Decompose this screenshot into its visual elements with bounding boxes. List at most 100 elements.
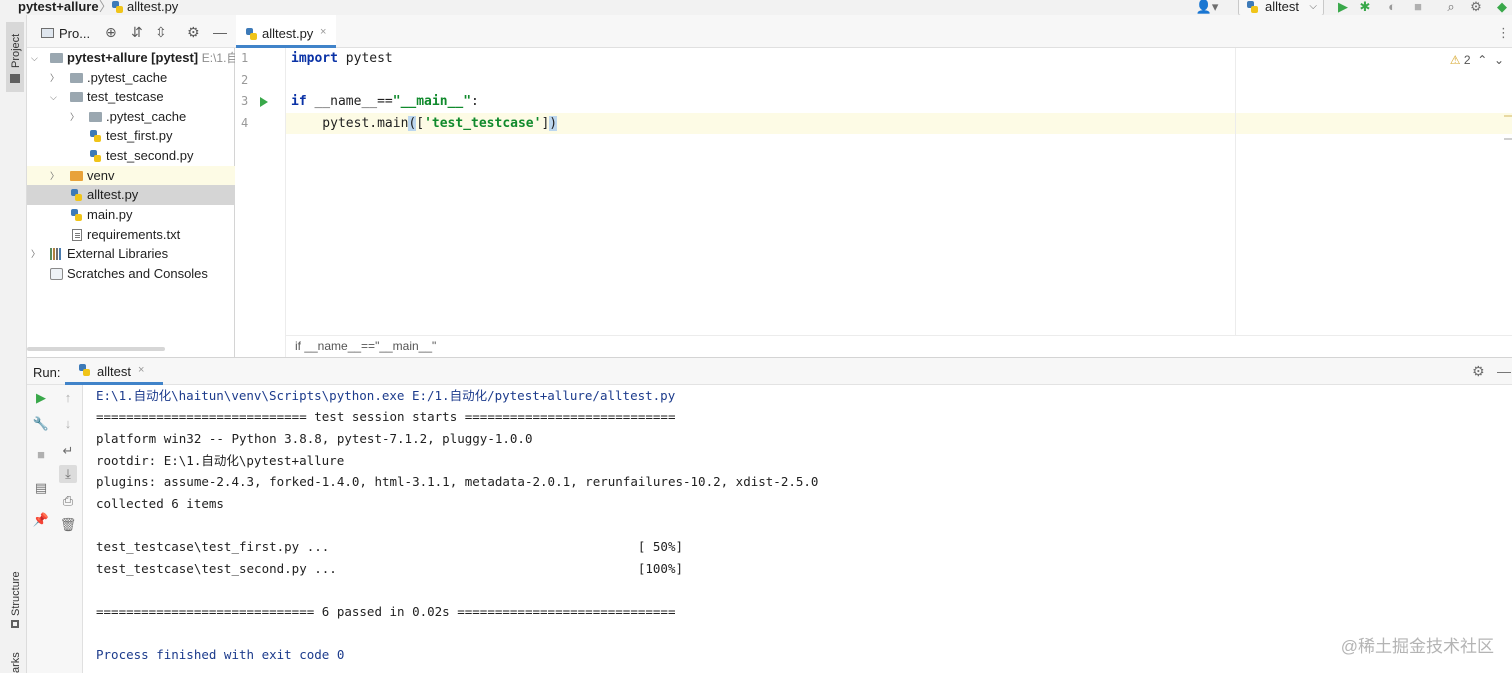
- stop-icon[interactable]: ■: [1411, 0, 1425, 14]
- trash-icon[interactable]: 🗑: [59, 516, 77, 534]
- console-line: test_testcase\test_second.py ... [100%]: [96, 561, 683, 576]
- stop-icon[interactable]: ■: [32, 446, 50, 464]
- run-icon[interactable]: ▶: [1336, 0, 1350, 14]
- python-file-icon: [71, 189, 82, 201]
- tree-item-scratches[interactable]: Scratches and Consoles: [27, 264, 235, 284]
- inspection-widget[interactable]: ⚠ 2 ⌃ ⌄: [1450, 53, 1504, 67]
- console-line: rootdir: E:\1.自动化\pytest+allure: [96, 453, 345, 468]
- close-icon[interactable]: ×: [320, 26, 326, 38]
- tree-item-pytest-cache[interactable]: 〉 .pytest_cache: [27, 68, 235, 88]
- scratches-icon: [50, 268, 63, 280]
- python-file-icon: [1247, 1, 1258, 13]
- code-line-3: if __name__=="__main__":: [291, 91, 479, 112]
- project-tool-button[interactable]: Project: [6, 22, 24, 92]
- text-file-icon: [72, 229, 82, 241]
- folder-icon: [70, 92, 83, 102]
- settings-icon[interactable]: ⚙: [1468, 0, 1484, 14]
- project-view-select[interactable]: Pro...: [59, 26, 90, 41]
- left-tool-stripe: Project Structure arks: [0, 15, 27, 673]
- print-icon[interactable]: ⎙: [59, 492, 77, 510]
- console-line: ============================ test sessio…: [96, 409, 676, 424]
- wrench-icon[interactable]: 🔧: [32, 415, 50, 433]
- debug-icon[interactable]: ✱: [1358, 0, 1372, 14]
- tree-item-venv[interactable]: 〉 venv: [27, 166, 235, 186]
- right-margin-guide: [1235, 48, 1236, 335]
- close-icon[interactable]: ×: [138, 364, 144, 376]
- horizontal-scrollbar[interactable]: [27, 347, 165, 351]
- chevron-right-icon[interactable]: 〉: [31, 244, 40, 264]
- chevron-down-icon[interactable]: ⌵: [50, 87, 57, 107]
- settings-icon[interactable]: ⚙: [1472, 363, 1485, 380]
- editor-gutter: 1 2 3 4: [235, 48, 286, 357]
- structure-tool-label: Structure: [10, 571, 22, 616]
- structure-icon: [11, 620, 19, 628]
- bookmarks-tool-button[interactable]: arks: [6, 645, 24, 673]
- code-text: [: [416, 116, 425, 131]
- breadcrumb-separator: 〉: [99, 0, 113, 14]
- more-vertical-icon[interactable]: ⋮: [1497, 25, 1510, 41]
- tree-item-test-testcase[interactable]: ⌵ test_testcase: [27, 87, 235, 107]
- scroll-to-end-icon[interactable]: ⤓: [59, 465, 77, 483]
- tree-item-label: main.py: [87, 207, 133, 222]
- chevron-down-icon[interactable]: ⌄: [1494, 53, 1504, 67]
- tree-item-label: alltest.py: [87, 187, 139, 202]
- settings-icon[interactable]: ⚙: [187, 25, 200, 39]
- breadcrumb-project[interactable]: pytest+allure: [18, 0, 99, 14]
- project-panel: Pro... ⊕ ⇵ ⇳ ⚙ — ⌵ pytest+allure [pytest…: [27, 15, 238, 357]
- project-view-icon: [41, 28, 54, 38]
- chevron-down-icon[interactable]: ⌵: [31, 48, 38, 68]
- tree-item-main[interactable]: main.py: [27, 205, 235, 225]
- arrow-down-icon[interactable]: ↓: [59, 415, 77, 433]
- tab-run-alltest[interactable]: alltest ×: [65, 358, 163, 385]
- error-stripe-mark[interactable]: [1504, 138, 1512, 140]
- code-text: :: [471, 94, 479, 109]
- structure-tool-button[interactable]: Structure: [6, 560, 24, 640]
- search-icon[interactable]: ⌕: [1443, 0, 1459, 14]
- tree-item-label: test_testcase: [87, 89, 164, 104]
- error-stripe-mark[interactable]: [1504, 115, 1512, 117]
- rerun-icon[interactable]: ▶: [32, 389, 50, 407]
- plugin-icon[interactable]: ◆: [1494, 0, 1510, 14]
- string-literal: 'test_testcase': [424, 116, 542, 131]
- gutter-run-icon[interactable]: [260, 97, 268, 107]
- code-editor[interactable]: import pytest if __name__=="__main__": p…: [286, 48, 1512, 335]
- coverage-icon[interactable]: ◐: [1384, 0, 1400, 14]
- locate-icon[interactable]: ⊕: [105, 25, 117, 39]
- tree-item-test-first[interactable]: test_first.py: [27, 126, 235, 146]
- tree-item-external-libraries[interactable]: 〉 External Libraries: [27, 244, 235, 264]
- chevron-right-icon[interactable]: 〉: [70, 107, 79, 127]
- root-path: E:\1.自: [201, 51, 239, 65]
- user-icon[interactable]: 👤▾: [1194, 0, 1220, 14]
- chevron-up-icon[interactable]: ⌃: [1477, 53, 1487, 67]
- tab-alltest[interactable]: alltest.py ×: [236, 15, 336, 48]
- chevron-right-icon[interactable]: 〉: [50, 166, 59, 186]
- console-line: platform win32 -- Python 3.8.8, pytest-7…: [96, 431, 533, 446]
- tree-item-alltest[interactable]: alltest.py: [27, 185, 235, 205]
- hide-icon[interactable]: —: [213, 25, 227, 39]
- keyword: import: [291, 51, 338, 66]
- breadcrumb-file[interactable]: alltest.py: [127, 0, 178, 14]
- line-number: 3: [241, 94, 249, 108]
- run-panel-title: Run:: [33, 365, 61, 380]
- collapse-all-icon[interactable]: ⇳: [155, 25, 167, 39]
- tree-item-label: External Libraries: [67, 246, 169, 261]
- tree-item-nested-pytest-cache[interactable]: 〉 .pytest_cache: [27, 107, 235, 127]
- tree-item-requirements[interactable]: requirements.txt: [27, 225, 235, 245]
- python-file-icon: [71, 209, 82, 221]
- tree-item-label: requirements.txt: [87, 227, 181, 242]
- editor-breadcrumb[interactable]: if __name__=="__main__": [295, 339, 436, 353]
- layout-icon[interactable]: ▤: [32, 479, 50, 497]
- tree-item-label: venv: [87, 168, 115, 183]
- expand-all-icon[interactable]: ⇵: [131, 25, 143, 39]
- soft-wrap-icon[interactable]: ↵: [59, 442, 77, 460]
- pin-icon[interactable]: 📌: [32, 511, 50, 529]
- console-line: Process finished with exit code 0: [96, 647, 345, 662]
- tree-item-root[interactable]: ⌵ pytest+allure [pytest] E:\1.自: [27, 48, 238, 68]
- arrow-up-icon[interactable]: ↑: [59, 389, 77, 407]
- console-output[interactable]: E:\1.自动化\haitun\venv\Scripts\python.exe …: [84, 385, 1512, 673]
- hide-icon[interactable]: —: [1497, 363, 1511, 379]
- tree-item-test-second[interactable]: test_second.py: [27, 146, 235, 166]
- run-configuration-select[interactable]: alltest ⌵: [1238, 0, 1324, 16]
- console-line: plugins: assume-2.4.3, forked-1.4.0, htm…: [96, 474, 819, 489]
- chevron-right-icon[interactable]: 〉: [50, 68, 59, 88]
